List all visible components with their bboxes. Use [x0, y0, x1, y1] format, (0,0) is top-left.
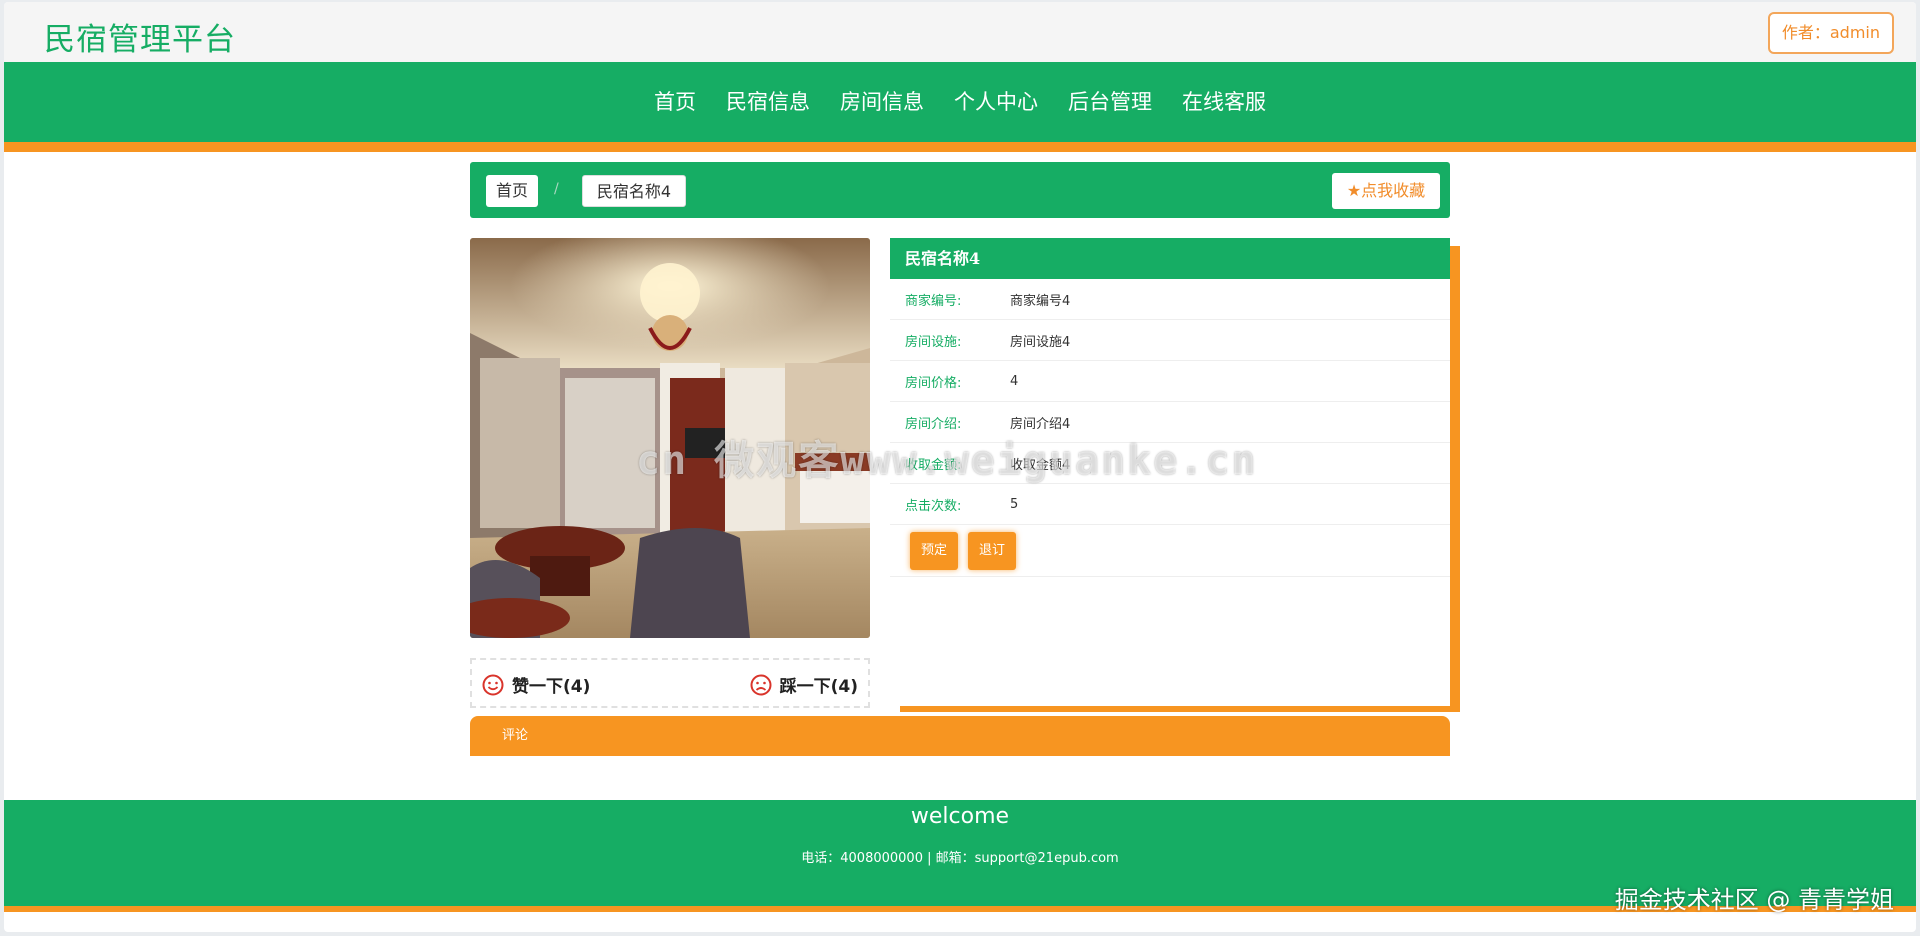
field-value: 5	[1010, 496, 1019, 512]
nav-item-customer-service[interactable]: 在线客服	[1167, 86, 1281, 116]
watermark: cn 微观客www.weiguanke.cn	[636, 438, 1258, 484]
field-value: 房间设施4	[1010, 334, 1071, 350]
main-nav: 首页 民宿信息 房间信息 个人中心 后台管理 在线客服	[4, 62, 1916, 142]
field-value: 4	[1010, 373, 1019, 389]
breadcrumb: 首页 / 民宿名称4 ★点我收藏	[470, 162, 1450, 218]
field-value: 商家编号4	[1010, 293, 1071, 309]
nav-accent-stripe	[4, 142, 1916, 152]
detail-row: 商家编号: 商家编号4	[890, 279, 1450, 320]
detail-row: 房间价格: 4	[890, 361, 1450, 402]
detail-row: 点击次数: 5	[890, 484, 1450, 525]
detail-actions: 预定 退订	[890, 525, 1450, 577]
cancel-booking-button[interactable]: 退订	[968, 531, 1016, 570]
nav-item-home[interactable]: 首页	[639, 86, 711, 116]
nav-item-admin[interactable]: 后台管理	[1053, 86, 1167, 116]
field-label: 点击次数:	[905, 498, 962, 514]
nav-item-personal-center[interactable]: 个人中心	[939, 86, 1053, 116]
comment-header[interactable]: 评论	[470, 716, 1450, 756]
breadcrumb-separator: /	[554, 181, 559, 197]
author-button[interactable]: 作者：admin	[1767, 12, 1894, 54]
footer-contact: 电话：4008000000 | 邮箱：support@21epub.com	[801, 851, 1119, 866]
frown-icon	[750, 674, 772, 695]
nav-item-homestay-info[interactable]: 民宿信息	[711, 86, 825, 116]
site-title: 民宿管理平台	[44, 22, 236, 58]
field-label: 房间设施:	[905, 334, 962, 350]
corner-watermark: 掘金技术社区 @ 青青学姐	[1614, 886, 1894, 914]
like-button[interactable]: 赞一下(4)	[482, 672, 590, 697]
breadcrumb-home[interactable]: 首页	[486, 175, 538, 207]
detail-row: 房间设施: 房间设施4	[890, 320, 1450, 361]
detail-title: 民宿名称4	[890, 238, 1450, 279]
favorite-label: 点我收藏	[1361, 181, 1426, 200]
dislike-label: 踩一下(4)	[779, 677, 858, 697]
favorite-button[interactable]: ★点我收藏	[1332, 173, 1440, 209]
smile-icon	[482, 674, 504, 695]
footer-welcome: welcome	[910, 804, 1010, 829]
field-label: 商家编号:	[905, 293, 962, 309]
vote-box: 赞一下(4) 踩一下(4)	[470, 658, 870, 708]
breadcrumb-current: 民宿名称4	[582, 175, 686, 207]
book-button[interactable]: 预定	[910, 531, 958, 570]
field-label: 房间价格:	[905, 375, 962, 391]
star-icon: ★	[1346, 181, 1362, 200]
like-label: 赞一下(4)	[512, 677, 591, 697]
dislike-button[interactable]: 踩一下(4)	[750, 672, 858, 697]
nav-item-room-info[interactable]: 房间信息	[825, 86, 939, 116]
top-header: 民宿管理平台 作者：admin	[4, 2, 1916, 62]
